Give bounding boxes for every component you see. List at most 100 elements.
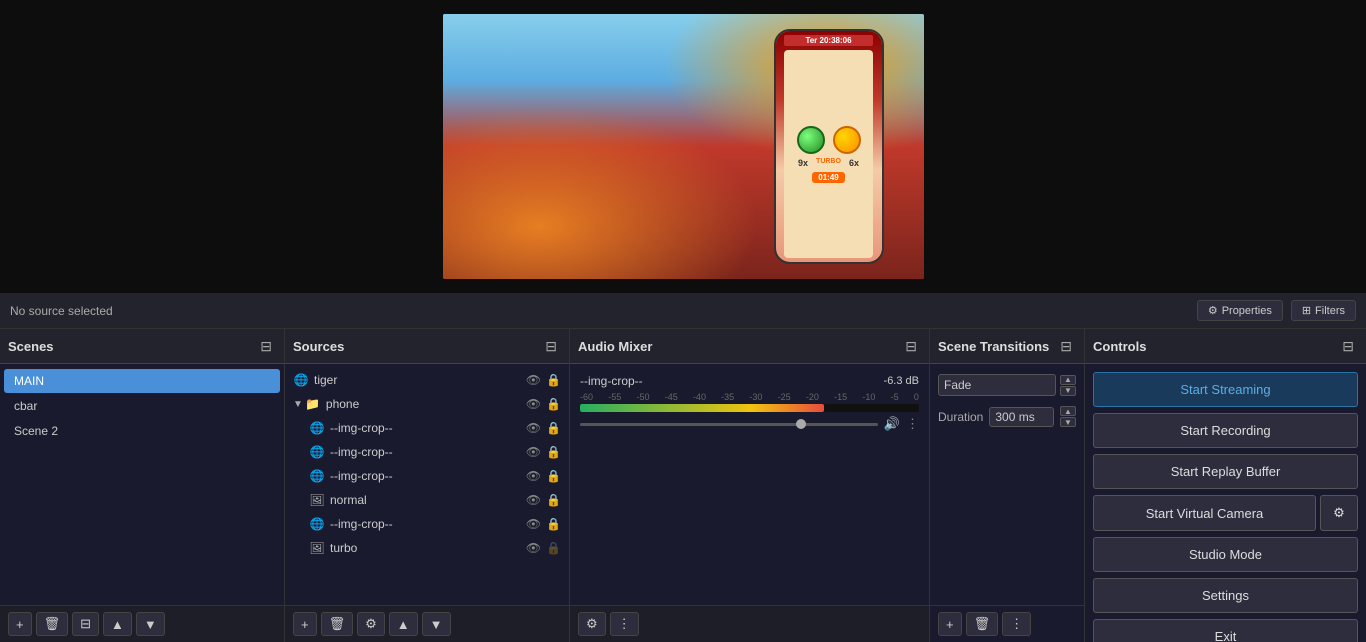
start-virtual-camera-button[interactable]: Start Virtual Camera [1093, 495, 1316, 531]
source-item-normal[interactable]: 🖼 normal 👁 🔒 [301, 488, 569, 512]
controls-options-icon[interactable]: ⊟ [1338, 336, 1358, 357]
eye-icon-phone[interactable]: 👁 [526, 397, 541, 411]
lock-icon-imgcrop3[interactable]: 🔒 [546, 469, 561, 483]
source-controls-imgcrop4: 👁 🔒 [526, 517, 561, 531]
scene-name-scene2: Scene 2 [14, 424, 58, 438]
volume-slider-0[interactable] [580, 423, 878, 426]
transition-menu-button[interactable]: ⋮ [1002, 612, 1031, 636]
controls-header: Controls ⊟ [1085, 329, 1366, 364]
transitions-content: Fade Cut Swipe Slide Stinger Luma Wipe ▲… [930, 364, 1084, 605]
source-item-imgcrop1[interactable]: 🌐 --img-crop-- 👁 🔒 [301, 416, 569, 440]
source-controls-imgcrop2: 👁 🔒 [526, 445, 561, 459]
sources-title: Sources [293, 339, 344, 354]
transitions-options-icon[interactable]: ⊟ [1056, 336, 1076, 357]
expand-icon-phone[interactable]: ▼ [293, 399, 303, 410]
lock-icon-normal[interactable]: 🔒 [546, 493, 561, 507]
scene-down-button[interactable]: ▼ [136, 612, 165, 636]
remove-transition-button[interactable]: 🗑 [966, 612, 999, 636]
source-item-imgcrop3[interactable]: 🌐 --img-crop-- 👁 🔒 [301, 464, 569, 488]
lock-icon-imgcrop1[interactable]: 🔒 [546, 421, 561, 435]
start-replay-buffer-label: Start Replay Buffer [1171, 464, 1281, 479]
audio-track-name-0: --img-crop-- [580, 374, 643, 388]
sources-list: 🌐 tiger 👁 🔒 ▼ 📁 phone 👁 🔒 🌐 [285, 364, 569, 605]
source-controls-turbo: 👁 🔒 [526, 541, 561, 555]
audio-gear-button[interactable]: ⚙ [578, 612, 606, 636]
meter-container-0 [580, 404, 919, 412]
eye-icon-normal[interactable]: 👁 [526, 493, 541, 507]
scenes-header: Scenes ⊟ [0, 329, 284, 364]
world-icon-imgcrop2: 🌐 [309, 444, 325, 460]
virtual-camera-settings-button[interactable]: ⚙ [1320, 495, 1358, 531]
world-icon: 🌐 [293, 372, 309, 388]
sources-options-icon[interactable]: ⊟ [541, 336, 561, 357]
phone-circles [797, 126, 861, 154]
lock-icon-phone[interactable]: 🔒 [546, 397, 561, 411]
lock-icon-imgcrop2[interactable]: 🔒 [546, 445, 561, 459]
settings-button[interactable]: Settings [1093, 578, 1358, 613]
properties-button[interactable]: ⚙ Properties [1197, 300, 1283, 321]
spinner-down[interactable]: ▼ [1060, 386, 1076, 396]
bottom-area: Scenes ⊟ MAIN cbar Scene 2 + 🗑 ⊟ ▲ ▼ Sou… [0, 329, 1366, 642]
lock-icon-imgcrop4[interactable]: 🔒 [546, 517, 561, 531]
transition-type-select[interactable]: Fade Cut Swipe Slide Stinger Luma Wipe [938, 374, 1056, 396]
source-item-imgcrop4[interactable]: 🌐 --img-crop-- 👁 🔒 [301, 512, 569, 536]
start-recording-button[interactable]: Start Recording [1093, 413, 1358, 448]
source-up-button[interactable]: ▲ [389, 612, 418, 636]
scene-name-cbar: cbar [14, 399, 37, 413]
duration-value: 300 ms [989, 407, 1054, 427]
source-name-imgcrop2: --img-crop-- [330, 445, 526, 459]
audio-title: Audio Mixer [578, 339, 652, 354]
transition-spinner: ▲ ▼ [1060, 375, 1076, 396]
audio-menu-button[interactable]: ⋮ [610, 612, 639, 636]
eye-icon-imgcrop3[interactable]: 👁 [526, 469, 541, 483]
scene-item-main[interactable]: MAIN [4, 369, 280, 393]
duration-spinner-down[interactable]: ▼ [1060, 417, 1076, 427]
start-replay-buffer-button[interactable]: Start Replay Buffer [1093, 454, 1358, 489]
add-transition-button[interactable]: + [938, 612, 962, 636]
start-streaming-button[interactable]: Start Streaming [1093, 372, 1358, 407]
source-item-phone[interactable]: ▼ 📁 phone 👁 🔒 [285, 392, 569, 416]
lock-icon-turbo[interactable]: 🔒 [546, 541, 561, 555]
circle-green [797, 126, 825, 154]
scene-item-scene2[interactable]: Scene 2 [4, 419, 280, 443]
sources-panel: Sources ⊟ 🌐 tiger 👁 🔒 ▼ 📁 phone 👁 � [285, 329, 570, 642]
source-item-imgcrop2[interactable]: 🌐 --img-crop-- 👁 🔒 [301, 440, 569, 464]
source-name-imgcrop4: --img-crop-- [330, 517, 526, 531]
duration-spinner-up[interactable]: ▲ [1060, 406, 1076, 416]
eye-icon-imgcrop1[interactable]: 👁 [526, 421, 541, 435]
scene-settings-button[interactable]: ⊟ [72, 612, 99, 636]
audio-options-icon[interactable]: ⊟ [901, 336, 921, 357]
controls-content: Start Streaming Start Recording Start Re… [1085, 364, 1366, 642]
audio-menu-icon-0[interactable]: ⋮ [906, 416, 919, 432]
source-settings-button[interactable]: ⚙ [357, 612, 385, 636]
settings-label: Settings [1202, 588, 1249, 603]
spinner-up[interactable]: ▲ [1060, 375, 1076, 385]
scene-up-button[interactable]: ▲ [103, 612, 132, 636]
virtual-camera-row: Start Virtual Camera ⚙ [1093, 495, 1358, 531]
audio-mute-icon-0[interactable]: 🔊 [884, 416, 900, 432]
start-virtual-camera-label: Start Virtual Camera [1146, 506, 1264, 521]
scenes-options-icon[interactable]: ⊟ [256, 336, 276, 357]
audio-header: Audio Mixer ⊟ [570, 329, 929, 364]
world-icon-imgcrop4: 🌐 [309, 516, 325, 532]
filters-button[interactable]: ⊞ Filters [1291, 300, 1356, 321]
eye-icon-turbo[interactable]: 👁 [526, 541, 541, 555]
studio-mode-button[interactable]: Studio Mode [1093, 537, 1358, 572]
exit-button[interactable]: Exit [1093, 619, 1358, 642]
phone-timer: Ter 20:38:06 [784, 35, 872, 46]
source-down-button[interactable]: ▼ [422, 612, 451, 636]
remove-scene-button[interactable]: 🗑 [36, 612, 69, 636]
add-scene-button[interactable]: + [8, 612, 32, 636]
remove-source-button[interactable]: 🗑 [321, 612, 354, 636]
lock-icon-tiger[interactable]: 🔒 [546, 373, 561, 387]
source-item-tiger[interactable]: 🌐 tiger 👁 🔒 [285, 368, 569, 392]
preview-background: Ter 20:38:06 9x TURBO 6x 01:49 [443, 14, 924, 279]
eye-icon-imgcrop2[interactable]: 👁 [526, 445, 541, 459]
source-name-turbo: turbo [330, 541, 526, 555]
meter-scale: -60 -55 -50 -45 -40 -35 -30 -25 -20 -15 … [580, 392, 919, 402]
source-item-turbo[interactable]: 🖼 turbo 👁 🔒 [301, 536, 569, 560]
eye-icon-tiger[interactable]: 👁 [526, 373, 541, 387]
eye-icon-imgcrop4[interactable]: 👁 [526, 517, 541, 531]
scene-item-cbar[interactable]: cbar [4, 394, 280, 418]
add-source-button[interactable]: + [293, 612, 317, 636]
